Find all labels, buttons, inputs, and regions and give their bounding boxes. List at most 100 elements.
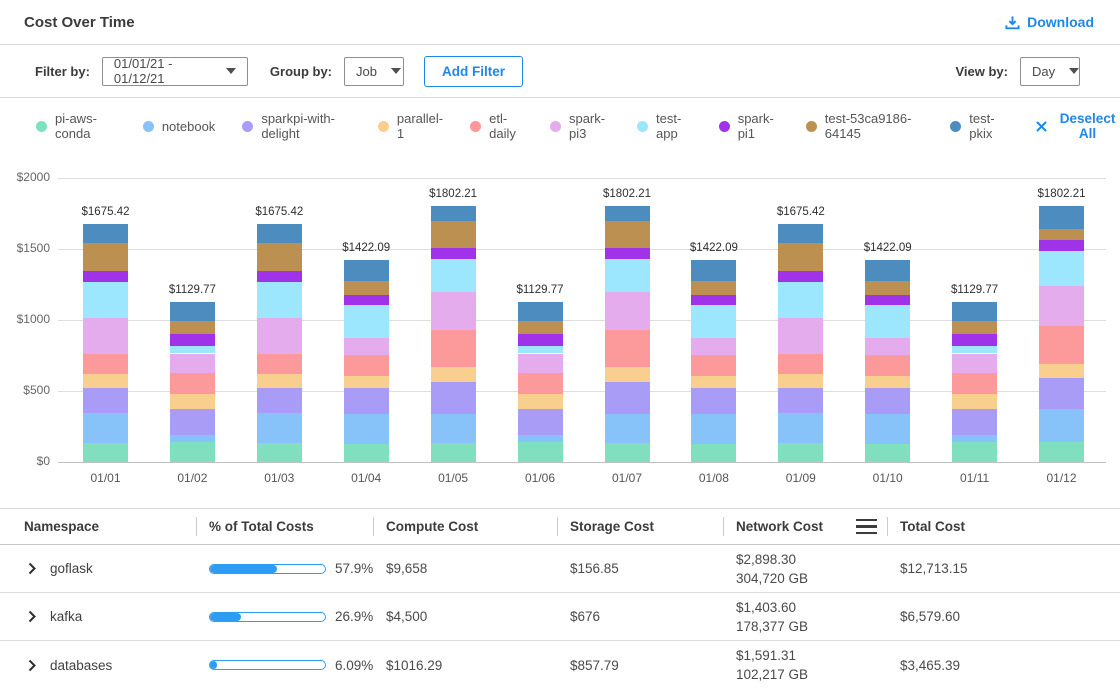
expand-row-icon[interactable] (27, 610, 38, 623)
bar-segment-test-53ca9186-64145 (605, 221, 650, 249)
x-axis-tick-label: 01/02 (152, 471, 232, 485)
network-cost-value: $1,591.31 (736, 646, 887, 665)
bar-segment-spark-pi1 (344, 295, 389, 306)
bar-segment-spark-pi1 (605, 248, 650, 259)
network-gb-value: 102,217 GB (736, 665, 887, 684)
bar-segment-etl-daily (778, 354, 823, 374)
bar-segment-parallel-1 (778, 374, 823, 388)
group-by-select[interactable]: Job (344, 57, 404, 86)
bar-total-label: $1422.09 (669, 242, 759, 254)
chart-legend: pi-aws-conda notebook sparkpi-with-delight… (0, 98, 1120, 150)
legend-item-test-53ca9186-64145[interactable]: test-53ca9186-64145 (806, 111, 924, 141)
bar-total-label: $1802.21 (408, 188, 498, 200)
y-axis-tick-label: $2000 (0, 170, 50, 184)
legend-dot (242, 121, 253, 132)
legend-label: etl-daily (489, 111, 523, 141)
bar-segment-pi-aws-conda (952, 442, 997, 462)
y-axis-tick-label: $1000 (0, 312, 50, 326)
view-by-select[interactable]: Day (1020, 57, 1080, 86)
bar-segment-notebook (257, 413, 302, 443)
bar-segment-test-53ca9186-64145 (518, 321, 563, 334)
bar-segment-test-pkix (170, 302, 215, 321)
bar-segment-pi-aws-conda (778, 443, 823, 462)
chevron-down-icon (1069, 68, 1079, 74)
legend-item-spark-pi3[interactable]: spark-pi3 (550, 111, 610, 141)
namespace-name[interactable]: kafka (50, 609, 82, 624)
bar-segment-parallel-1 (691, 376, 736, 389)
expand-row-icon[interactable] (27, 659, 38, 672)
legend-item-test-app[interactable]: test-app (637, 111, 692, 141)
bar-segment-notebook (952, 435, 997, 442)
namespace-name[interactable]: databases (50, 658, 112, 673)
deselect-all-label: Deselect All (1055, 111, 1120, 141)
bar-segment-spark-pi3 (83, 318, 128, 354)
bar-segment-sparkpi-with-delight (1039, 378, 1084, 409)
x-axis-tick-label: 01/09 (761, 471, 841, 485)
bar-segment-parallel-1 (257, 374, 302, 388)
bar-segment-test-app (778, 282, 823, 318)
legend-item-etl-daily[interactable]: etl-daily (470, 111, 523, 141)
bar-segment-pi-aws-conda (170, 442, 215, 462)
table-row-kafka: kafka 26.9% $4,500 $676 $1,403.60 178,37… (0, 593, 1120, 641)
download-icon (1005, 15, 1020, 30)
column-header-total[interactable]: Total Cost (887, 509, 1120, 544)
legend-dot (637, 121, 648, 132)
bar-segment-test-53ca9186-64145 (170, 321, 215, 334)
bar-segment-test-53ca9186-64145 (1039, 229, 1084, 240)
legend-label: pi-aws-conda (55, 111, 116, 141)
bar-segment-spark-pi3 (170, 354, 215, 373)
bar-segment-etl-daily (605, 330, 650, 367)
expand-row-icon[interactable] (27, 562, 38, 575)
x-axis-tick-label: 01/05 (413, 471, 493, 485)
column-header-storage[interactable]: Storage Cost (557, 509, 723, 544)
bar-segment-test-app (83, 282, 128, 318)
bar-segment-test-app (518, 346, 563, 354)
bar-segment-test-app (865, 305, 910, 338)
filter-toolbar: Filter by: 01/01/21 - 01/12/21 Group by:… (0, 45, 1120, 98)
legend-item-notebook[interactable]: notebook (143, 119, 216, 134)
bar-segment-pi-aws-conda (518, 442, 563, 462)
group-by-value: Job (356, 64, 377, 79)
bar-total-label: $1802.21 (582, 188, 672, 200)
legend-label: test-app (656, 111, 692, 141)
bar-segment-notebook (865, 414, 910, 444)
network-cost-value: $1,403.60 (736, 598, 887, 617)
x-axis-tick-label: 01/08 (674, 471, 754, 485)
legend-item-test-pkix[interactable]: test-pkix (950, 111, 1006, 141)
bar-total-label: $1129.77 (147, 284, 237, 296)
bar-segment-test-53ca9186-64145 (865, 281, 910, 295)
column-header-namespace[interactable]: Namespace (0, 509, 196, 544)
bar-segment-sparkpi-with-delight (83, 388, 128, 413)
bar-segment-sparkpi-with-delight (605, 382, 650, 414)
bar-segment-spark-pi1 (83, 271, 128, 281)
bar-segment-pi-aws-conda (344, 444, 389, 462)
bar-segment-sparkpi-with-delight (257, 388, 302, 413)
legend-item-pi-aws-conda[interactable]: pi-aws-conda (36, 111, 116, 141)
percent-progress-bar (209, 564, 326, 574)
download-button[interactable]: Download (1005, 14, 1094, 30)
x-axis-tick-label: 01/01 (66, 471, 146, 485)
date-range-select[interactable]: 01/01/21 - 01/12/21 (102, 57, 248, 86)
bar-segment-test-53ca9186-64145 (257, 243, 302, 271)
bar-segment-sparkpi-with-delight (691, 388, 736, 413)
view-by-label: View by: (955, 64, 1008, 79)
bar-segment-etl-daily (431, 330, 476, 367)
bar-segment-sparkpi-with-delight (431, 382, 476, 414)
network-gb-value: 178,377 GB (736, 617, 887, 636)
bar-segment-test-app (952, 346, 997, 354)
legend-item-parallel-1[interactable]: parallel-1 (378, 111, 443, 141)
column-header-network[interactable]: Network Cost (723, 509, 887, 544)
deselect-all-button[interactable]: Deselect All (1036, 111, 1120, 141)
bar-segment-spark-pi3 (605, 292, 650, 330)
column-header-percent[interactable]: % of Total Costs (196, 509, 373, 544)
bar-segment-notebook (170, 435, 215, 442)
column-header-compute[interactable]: Compute Cost (373, 509, 557, 544)
legend-item-sparkpi-with-delight[interactable]: sparkpi-with-delight (242, 111, 351, 141)
total-cost-value: $12,713.15 (887, 561, 1120, 576)
x-axis-tick-label: 01/03 (239, 471, 319, 485)
add-filter-button[interactable]: Add Filter (424, 56, 523, 87)
legend-item-spark-pi1[interactable]: spark-pi1 (719, 111, 779, 141)
namespace-name[interactable]: goflask (50, 561, 93, 576)
column-menu-icon[interactable] (856, 519, 877, 535)
percent-value: 26.9% (335, 609, 373, 624)
